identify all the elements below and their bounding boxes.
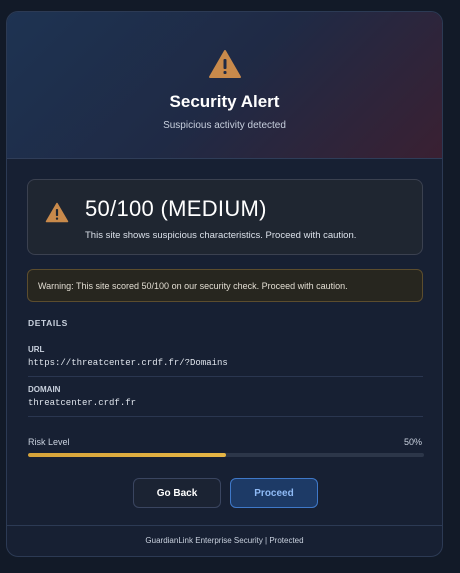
domain-value: threatcenter.crdf.fr bbox=[28, 398, 137, 408]
security-alert-card: Security Alert Suspicious activity detec… bbox=[6, 11, 443, 557]
risk-score: 50/100 (MEDIUM) bbox=[85, 196, 267, 221]
page-title: Security Alert bbox=[169, 92, 280, 111]
details-heading: DETAILS bbox=[28, 318, 68, 328]
url-value: https://threatcenter.crdf.fr/?Domains bbox=[28, 358, 228, 368]
warning-triangle-icon bbox=[208, 50, 241, 78]
warning-banner: Warning: This site scored 50/100 on our … bbox=[27, 269, 423, 302]
domain-label: DOMAIN bbox=[28, 385, 61, 394]
divider bbox=[28, 416, 423, 417]
risk-level-label: Risk Level bbox=[28, 437, 70, 447]
go-back-button[interactable]: Go Back bbox=[133, 478, 221, 508]
score-panel: 50/100 (MEDIUM) This site shows suspicio… bbox=[27, 179, 423, 255]
risk-level-fill bbox=[28, 453, 226, 457]
risk-level-bar bbox=[28, 453, 424, 457]
warning-triangle-icon bbox=[45, 202, 69, 223]
alert-header: Security Alert Suspicious activity detec… bbox=[7, 12, 442, 159]
divider bbox=[28, 376, 423, 377]
risk-score-description: This site shows suspicious characteristi… bbox=[85, 230, 357, 241]
risk-level-value: 50% bbox=[403, 437, 422, 447]
page-subtitle: Suspicious activity detected bbox=[163, 120, 286, 131]
footer: GuardianLink Enterprise Security | Prote… bbox=[7, 525, 442, 556]
url-label: URL bbox=[28, 345, 45, 354]
proceed-button[interactable]: Proceed bbox=[230, 478, 318, 508]
